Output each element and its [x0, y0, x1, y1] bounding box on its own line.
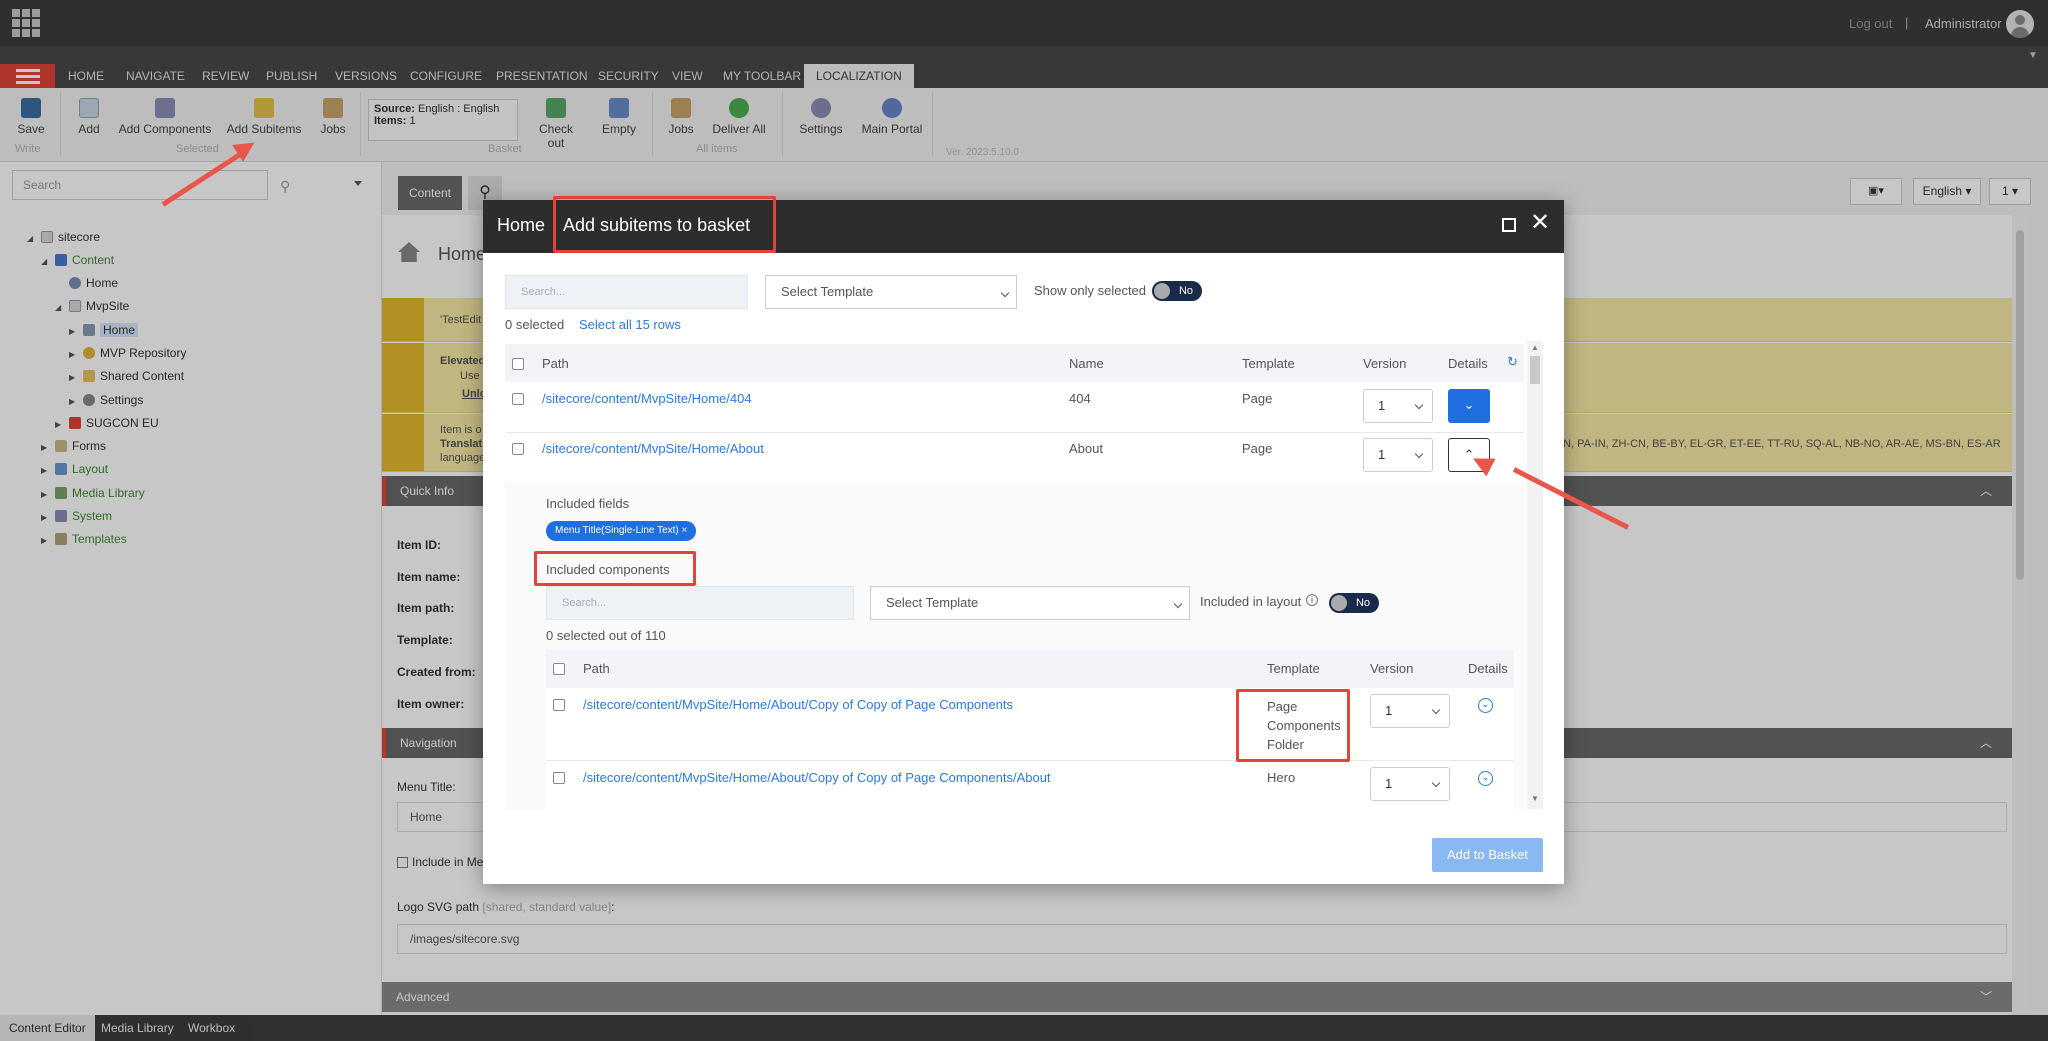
component-template-select[interactable]: Select Template	[870, 586, 1190, 620]
row-checkbox[interactable]	[553, 772, 565, 784]
row-checkbox[interactable]	[512, 443, 524, 455]
field-chip[interactable]: Menu Title(Single-Line Text) ×	[546, 521, 697, 541]
template-select[interactable]: Select Template	[765, 275, 1017, 309]
included-in-layout-toggle[interactable]: No	[1329, 593, 1379, 613]
show-only-selected-toggle[interactable]: No	[1152, 281, 1202, 301]
show-only-selected-label: Show only selected	[1034, 283, 1147, 298]
column-header: Version	[1363, 356, 1407, 371]
search-input[interactable]: Search...	[505, 275, 748, 309]
components-table-header	[546, 650, 1514, 688]
chevron-down-icon	[1431, 705, 1441, 715]
column-header: Template	[1242, 356, 1295, 371]
version-select[interactable]: 1	[1363, 389, 1433, 423]
maximize-icon[interactable]	[1502, 218, 1516, 232]
included-in-layout-label: Included in layout	[1200, 594, 1302, 609]
chevron-down-circle-icon: ⌄	[1463, 397, 1475, 412]
included-fields-label: Included fields	[546, 496, 630, 511]
scroll-down-icon[interactable]: ▼	[1531, 794, 1539, 803]
add-to-basket-button[interactable]: Add to Basket	[1432, 838, 1543, 872]
chevron-down-circle-icon[interactable]: ⌄	[1478, 771, 1493, 786]
dialog-scrollbar[interactable]	[1527, 341, 1543, 809]
select-all-components-checkbox[interactable]	[553, 663, 565, 675]
highlight-box	[1236, 689, 1350, 762]
select-all-link[interactable]: Select all 15 rows	[579, 317, 681, 332]
component-search-input[interactable]: Search...	[546, 586, 854, 620]
select-all-checkbox[interactable]	[512, 358, 524, 370]
component-path-link[interactable]: /sitecore/content/MvpSite/Home/About/Cop…	[583, 697, 1013, 712]
chevron-down-circle-icon[interactable]: ⌄	[1478, 698, 1493, 713]
component-template: Hero	[1267, 770, 1296, 785]
refresh-icon[interactable]: ↻	[1507, 354, 1518, 370]
highlight-box	[553, 196, 776, 253]
chevron-down-icon	[1000, 288, 1010, 298]
table-row	[546, 761, 1514, 809]
selected-count: 0 selected	[505, 317, 565, 332]
details-expand-button[interactable]: ⌄	[1448, 389, 1490, 423]
column-header: Details	[1448, 356, 1488, 371]
column-header: Path	[542, 356, 569, 371]
dialog-scrollbar-thumb[interactable]	[1530, 356, 1540, 384]
divider	[505, 432, 1524, 433]
version-select[interactable]: 1	[1370, 767, 1450, 801]
row-path-link[interactable]: /sitecore/content/MvpSite/Home/About	[542, 441, 764, 456]
row-template: Page	[1242, 391, 1273, 406]
chevron-down-icon	[1173, 599, 1183, 609]
row-path-link[interactable]: /sitecore/content/MvpSite/Home/404	[542, 391, 752, 406]
column-header: Path	[583, 661, 610, 676]
column-header: Details	[1468, 661, 1508, 676]
row-checkbox[interactable]	[512, 393, 524, 405]
version-select[interactable]: 1	[1363, 438, 1433, 472]
highlight-box	[534, 551, 696, 586]
chevron-down-icon	[1431, 778, 1441, 788]
chevron-down-icon	[1414, 449, 1424, 459]
row-checkbox[interactable]	[553, 699, 565, 711]
row-template: Page	[1242, 441, 1273, 456]
info-icon[interactable]: i	[1306, 594, 1318, 606]
dialog-breadcrumb: Home	[497, 215, 546, 235]
close-icon[interactable]: ✕	[1530, 211, 1550, 235]
version-select[interactable]: 1	[1370, 694, 1450, 728]
components-selected-count: 0 selected out of 110	[546, 628, 666, 643]
chevron-down-icon	[1414, 400, 1424, 410]
column-header: Name	[1069, 356, 1104, 371]
column-header: Version	[1370, 661, 1414, 676]
column-header: Template	[1267, 661, 1320, 676]
row-name: About	[1069, 441, 1103, 456]
scroll-up-icon[interactable]: ▲	[1531, 343, 1539, 352]
row-name: 404	[1069, 391, 1091, 406]
component-path-link[interactable]: /sitecore/content/MvpSite/Home/About/Cop…	[583, 770, 1051, 785]
